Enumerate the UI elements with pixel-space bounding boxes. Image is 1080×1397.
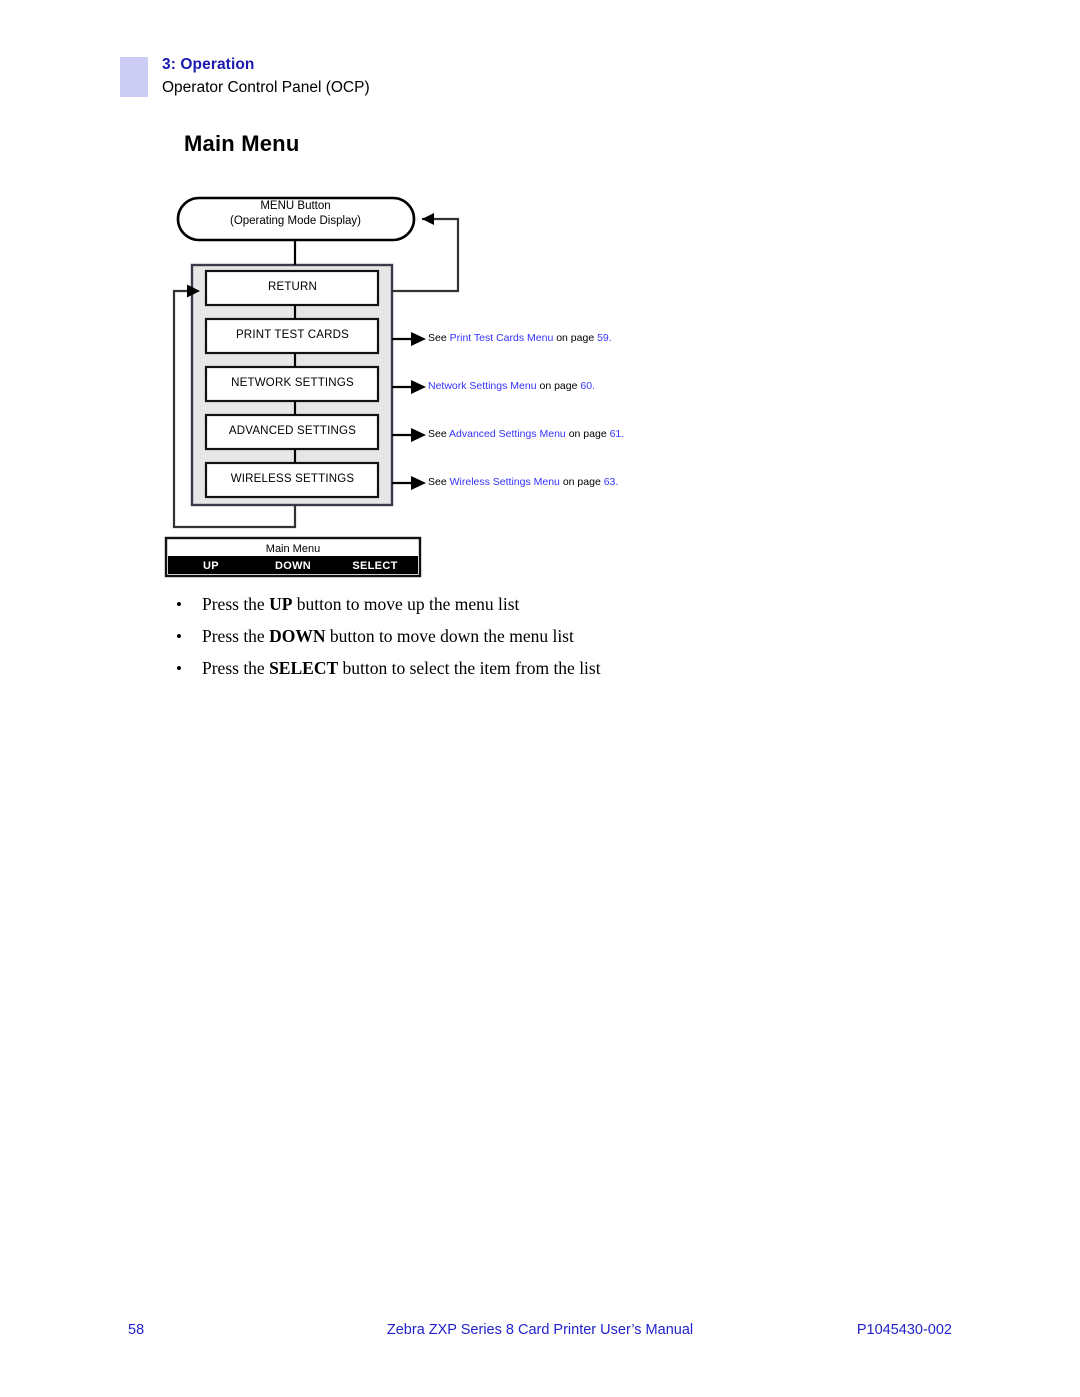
xref-link[interactable]: Advanced Settings Menu — [449, 428, 566, 440]
ocp-button-up[interactable]: UP — [170, 560, 252, 572]
xref-advanced-settings: See Advanced Settings Menu on page 61. — [428, 428, 624, 440]
instruction-before: Press the — [202, 658, 270, 678]
footer-document-number: P1045430-002 — [856, 1322, 952, 1338]
instruction-button-name: UP — [269, 594, 293, 614]
section-title: Operator Control Panel (OCP) — [162, 78, 370, 96]
instruction-text: Press the SELECT button to select the it… — [202, 658, 876, 679]
ocp-button-down[interactable]: DOWN — [252, 560, 334, 572]
list-item: • Press the DOWN button to move down the… — [176, 626, 876, 647]
xref-link[interactable]: Wireless Settings Menu — [450, 476, 560, 488]
xref-suffix: on page — [559, 476, 604, 488]
xref-print-test-cards: See Print Test Cards Menu on page 59. — [428, 332, 612, 344]
chapter-title: 3: Operation — [162, 56, 255, 73]
header-text-block: 3: Operation Operator Control Panel (OCP… — [162, 57, 370, 95]
ocp-button-select[interactable]: SELECT — [334, 560, 416, 572]
xref-prefix: See — [428, 428, 450, 440]
menu-item-advanced-settings[interactable]: ADVANCED SETTINGS — [203, 425, 382, 437]
entry-node-line2: (Operating Mode Display) — [229, 214, 362, 227]
chapter-tab-swatch — [120, 57, 148, 97]
list-item: • Press the SELECT button to select the … — [176, 658, 876, 679]
instruction-after: button to move up the menu list — [292, 594, 520, 614]
ocp-display-text: Main Menu — [265, 543, 321, 555]
instruction-before: Press the — [202, 594, 270, 614]
xref-wireless-settings: See Wireless Settings Menu on page 63. — [428, 476, 618, 488]
xref-suffix: on page — [565, 428, 610, 440]
instruction-after: button to select the item from the list — [338, 658, 601, 678]
xref-page[interactable]: 61. — [610, 428, 625, 440]
instruction-button-name: DOWN — [269, 626, 326, 646]
instruction-before: Press the — [202, 626, 270, 646]
entry-node-line1: MENU Button — [260, 200, 331, 212]
menu-item-print-test-cards[interactable]: PRINT TEST CARDS — [203, 329, 382, 341]
bullet-icon: • — [176, 595, 182, 614]
list-item: • Press the UP button to move up the men… — [176, 594, 876, 615]
xref-page[interactable]: 63. — [604, 476, 619, 488]
xref-prefix: See — [428, 476, 450, 488]
xref-suffix: on page — [536, 380, 581, 392]
xref-link[interactable]: Print Test Cards Menu — [450, 332, 554, 344]
xref-suffix: on page — [553, 332, 598, 344]
xref-network-settings: Network Settings Menu on page 60. — [428, 380, 595, 392]
xref-prefix: See — [428, 332, 450, 344]
xref-page[interactable]: 59. — [597, 332, 612, 344]
page-header: 3: Operation Operator Control Panel (OCP… — [120, 57, 370, 97]
ocp-button-bar: UP DOWN SELECT — [170, 557, 416, 574]
xref-page[interactable]: 60. — [580, 380, 595, 392]
page-footer: 58 Zebra ZXP Series 8 Card Printer User’… — [0, 1322, 1080, 1346]
menu-item-network-settings[interactable]: NETWORK SETTINGS — [203, 377, 382, 389]
main-menu-flow-diagram: MENU Button (Operating Mode Display) RET… — [160, 180, 680, 580]
page-title: Main Menu — [184, 131, 300, 156]
entry-node-label: MENU Button (Operating Mode Display) — [178, 199, 413, 228]
menu-item-return[interactable]: RETURN — [203, 281, 382, 293]
xref-link[interactable]: Network Settings Menu — [428, 380, 537, 392]
instruction-list: • Press the UP button to move up the men… — [176, 594, 876, 690]
bullet-icon: • — [176, 659, 182, 678]
menu-item-wireless-settings[interactable]: WIRELESS SETTINGS — [203, 473, 382, 485]
instruction-button-name: SELECT — [269, 658, 339, 678]
instruction-after: button to move down the menu list — [325, 626, 574, 646]
instruction-text: Press the UP button to move up the menu … — [202, 594, 876, 615]
bullet-icon: • — [176, 627, 182, 646]
instruction-text: Press the DOWN button to move down the m… — [202, 626, 876, 647]
